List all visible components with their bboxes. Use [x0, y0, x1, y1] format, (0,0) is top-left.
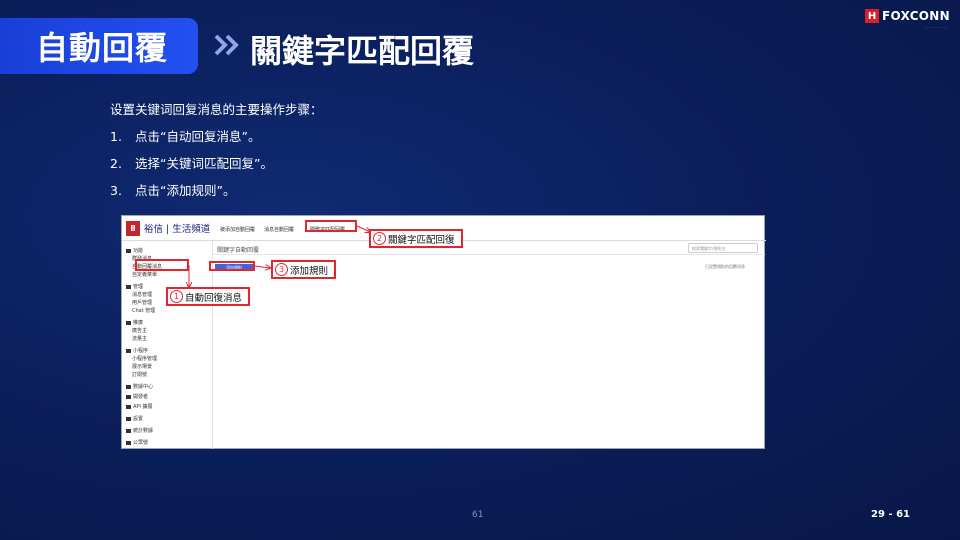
main-title: 關鍵字自動回覆	[217, 247, 260, 254]
sidebar-item-label: 小程序	[133, 348, 149, 354]
app-logo-text: 裕信 | 生活頻道	[144, 224, 211, 235]
sidebar-item[interactable]: 功能	[126, 247, 143, 254]
sidebar-item-label: 功能	[133, 248, 144, 254]
tab-message-reply[interactable]: 消息自動回覆	[264, 226, 294, 233]
sidebar-item[interactable]: 自定義菜單	[132, 271, 157, 278]
sidebar-item[interactable]: API 擴展	[126, 403, 153, 410]
app-logo-icon: Ⅱ	[126, 221, 140, 236]
sidebar-item[interactable]: 展示場景	[132, 363, 152, 370]
callout-text: 關鍵字匹配回復	[388, 234, 455, 246]
sidebar-item-label: 數據中心	[133, 384, 154, 390]
step-number-badge: 1	[170, 290, 183, 303]
sidebar-item-label: 流量主	[132, 336, 148, 342]
plug-icon	[126, 404, 131, 409]
sidebar-item-label: 開發者	[133, 394, 149, 400]
highlight-keyword-tab	[305, 220, 357, 232]
double-chevron-icon	[214, 34, 239, 56]
search-input[interactable]: 搜索關鍵字/規則名	[688, 243, 758, 253]
highlight-add-rule	[209, 261, 255, 271]
chart-icon	[126, 384, 131, 389]
callout-step-1: 1 自動回復消息	[166, 287, 251, 306]
brand-logo: H FOXCONN	[865, 9, 950, 23]
page-number-center: 61	[472, 510, 484, 520]
sidebar-item[interactable]: 消息管理	[132, 291, 152, 298]
sidebar-item[interactable]: 管理	[126, 283, 143, 290]
step-number-badge: 2	[373, 232, 386, 245]
folder-icon	[126, 284, 131, 289]
sidebar-item-label: 消息管理	[132, 292, 153, 298]
stats-icon	[126, 428, 131, 433]
callout-step-3: 3 添加規則	[271, 260, 337, 279]
intro-text: 设置关键词回复消息的主要操作步骤：	[110, 102, 323, 117]
screenshot-sidebar: 功能 群發消息 自動回覆消息 自定義菜單 管理 消息管理 用戶管理 Chat 管…	[122, 241, 213, 449]
sidebar-item[interactable]: Chat 管理	[132, 307, 155, 314]
sidebar-item[interactable]: 公眾號	[126, 439, 148, 446]
sidebar-item[interactable]: 推廣	[126, 319, 143, 326]
embedded-screenshot: Ⅱ 裕信 | 生活頻道 被添加自動回覆 消息自動回覆 關鍵字匹配回覆 功能 群發…	[121, 215, 766, 449]
grid-icon	[126, 248, 131, 253]
step-number: 1.	[110, 129, 122, 144]
sidebar-item[interactable]: 廣告主	[132, 327, 147, 334]
sidebar-item-label: 管理	[133, 284, 144, 290]
sidebar-item[interactable]: 小程序	[126, 347, 148, 354]
sidebar-item[interactable]: 訂閱號	[132, 371, 147, 378]
step-item: 1. 点击“自动回复消息”。	[110, 123, 323, 150]
title-banner: 自動回覆	[0, 18, 198, 74]
foxconn-logo-icon: H	[865, 9, 879, 23]
brand-name: FOXCONN	[882, 9, 950, 23]
page-number-right: 29 - 61	[871, 509, 910, 520]
sidebar-item-label: 統計數據	[133, 428, 154, 434]
callout-text: 自動回復消息	[185, 292, 243, 304]
sidebar-item[interactable]: 數據中心	[126, 383, 153, 390]
divider	[213, 254, 765, 255]
step-text: 点击“添加规则”。	[135, 183, 236, 198]
sidebar-item[interactable]: 設置	[126, 415, 143, 422]
sidebar-item-label: 小程序管理	[132, 356, 158, 362]
sidebar-item-label: 展示場景	[132, 364, 153, 370]
step-item: 2. 选择“关键词匹配回复”。	[110, 150, 323, 177]
sidebar-item-label: API 擴展	[133, 404, 153, 410]
tab-follow-reply[interactable]: 被添加自動回覆	[220, 226, 255, 233]
gear-icon	[126, 416, 131, 421]
megaphone-icon	[126, 320, 131, 325]
step-number-badge: 3	[275, 263, 288, 276]
callout-step-2: 2 關鍵字匹配回復	[369, 229, 463, 248]
sidebar-item[interactable]: 開發者	[126, 393, 148, 400]
step-text: 选择“关键词匹配回复”。	[135, 156, 273, 171]
highlight-auto-reply	[135, 259, 189, 271]
step-item: 3. 点击“添加规则”。	[110, 177, 323, 204]
code-icon	[126, 394, 131, 399]
sidebar-item-label: 廣告主	[132, 328, 148, 334]
sidebar-item-label: 公眾號	[133, 440, 149, 446]
instructions: 设置关键词回复消息的主要操作步骤： 1. 点击“自动回复消息”。 2. 选择“关…	[110, 96, 323, 204]
hint-text: 已設置規則的回覆消息	[705, 264, 745, 269]
sidebar-item-label: Chat 管理	[132, 308, 156, 314]
sidebar-item[interactable]: 小程序管理	[132, 355, 157, 362]
sidebar-item-label: 訂閱號	[132, 372, 148, 378]
sidebar-item[interactable]: 統計數據	[126, 427, 153, 434]
account-icon	[126, 440, 131, 445]
sidebar-item-label: 設置	[133, 416, 144, 422]
sidebar-item[interactable]: 用戶管理	[132, 299, 152, 306]
brand-tagline: ··· ·· ······ ·· ·······	[925, 25, 948, 29]
page-subtitle: 關鍵字匹配回覆	[250, 32, 475, 70]
step-text: 点击“自动回复消息”。	[135, 129, 261, 144]
step-number: 2.	[110, 156, 122, 171]
step-number: 3.	[110, 183, 122, 198]
sidebar-item-label: 用戶管理	[132, 300, 153, 306]
sidebar-item[interactable]: 流量主	[132, 335, 147, 342]
callout-text: 添加規則	[290, 265, 329, 277]
page-title: 自動回覆	[36, 29, 169, 67]
sidebar-item-label: 自定義菜單	[132, 272, 158, 278]
sidebar-item-label: 推廣	[133, 320, 144, 326]
box-icon	[126, 348, 131, 353]
